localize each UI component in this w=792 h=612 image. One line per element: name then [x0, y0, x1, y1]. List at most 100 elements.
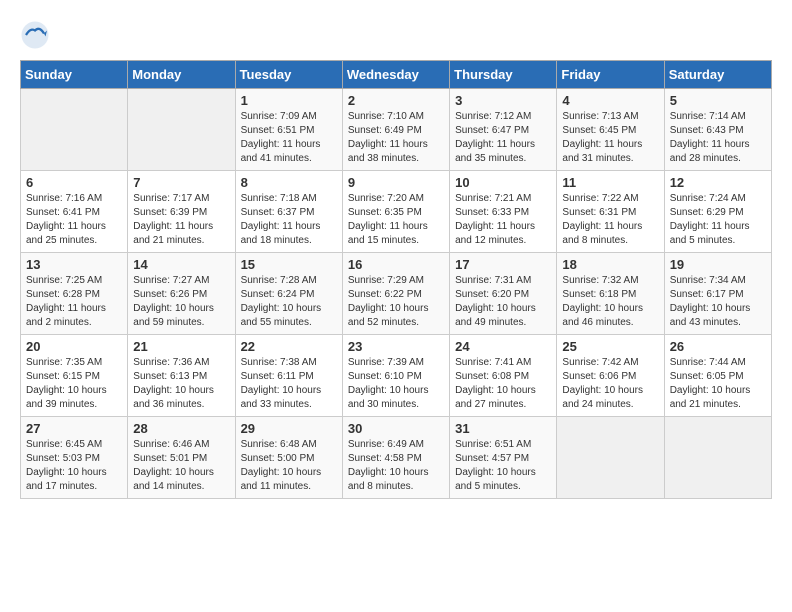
day-info: Sunrise: 6:45 AM Sunset: 5:03 PM Dayligh…: [26, 438, 122, 494]
calendar-week-row: 6 Sunrise: 7:16 AM Sunset: 6:41 PM Daylig…: [21, 171, 772, 253]
day-info: Sunrise: 7:36 AM Sunset: 6:13 PM Dayligh…: [133, 356, 229, 412]
day-info: Sunrise: 7:38 AM Sunset: 6:11 PM Dayligh…: [241, 356, 337, 412]
calendar-cell: 19 Sunrise: 7:34 AM Sunset: 6:17 PM Dayli…: [664, 253, 771, 335]
calendar-cell: 18 Sunrise: 7:32 AM Sunset: 6:18 PM Dayli…: [557, 253, 664, 335]
calendar-cell: 9 Sunrise: 7:20 AM Sunset: 6:35 PM Daylig…: [342, 171, 449, 253]
day-info: Sunrise: 7:21 AM Sunset: 6:33 PM Dayligh…: [455, 192, 551, 248]
calendar-cell: [21, 89, 128, 171]
calendar-cell: 26 Sunrise: 7:44 AM Sunset: 6:05 PM Dayli…: [664, 335, 771, 417]
calendar-cell: 14 Sunrise: 7:27 AM Sunset: 6:26 PM Dayli…: [128, 253, 235, 335]
calendar-cell: 7 Sunrise: 7:17 AM Sunset: 6:39 PM Daylig…: [128, 171, 235, 253]
calendar-cell: 13 Sunrise: 7:25 AM Sunset: 6:28 PM Dayli…: [21, 253, 128, 335]
calendar-week-row: 1 Sunrise: 7:09 AM Sunset: 6:51 PM Daylig…: [21, 89, 772, 171]
day-number: 23: [348, 339, 444, 354]
day-number: 10: [455, 175, 551, 190]
day-info: Sunrise: 7:12 AM Sunset: 6:47 PM Dayligh…: [455, 110, 551, 166]
day-header-sunday: Sunday: [21, 61, 128, 89]
day-number: 31: [455, 421, 551, 436]
calendar-week-row: 20 Sunrise: 7:35 AM Sunset: 6:15 PM Dayli…: [21, 335, 772, 417]
day-number: 27: [26, 421, 122, 436]
calendar-cell: 16 Sunrise: 7:29 AM Sunset: 6:22 PM Dayli…: [342, 253, 449, 335]
calendar-cell: 22 Sunrise: 7:38 AM Sunset: 6:11 PM Dayli…: [235, 335, 342, 417]
day-number: 21: [133, 339, 229, 354]
day-header-saturday: Saturday: [664, 61, 771, 89]
calendar-cell: 4 Sunrise: 7:13 AM Sunset: 6:45 PM Daylig…: [557, 89, 664, 171]
calendar-cell: 5 Sunrise: 7:14 AM Sunset: 6:43 PM Daylig…: [664, 89, 771, 171]
day-number: 4: [562, 93, 658, 108]
calendar-cell: 3 Sunrise: 7:12 AM Sunset: 6:47 PM Daylig…: [450, 89, 557, 171]
day-info: Sunrise: 7:34 AM Sunset: 6:17 PM Dayligh…: [670, 274, 766, 330]
day-number: 9: [348, 175, 444, 190]
day-number: 29: [241, 421, 337, 436]
day-info: Sunrise: 7:39 AM Sunset: 6:10 PM Dayligh…: [348, 356, 444, 412]
day-info: Sunrise: 7:22 AM Sunset: 6:31 PM Dayligh…: [562, 192, 658, 248]
day-number: 8: [241, 175, 337, 190]
day-number: 16: [348, 257, 444, 272]
calendar-cell: 25Sunrise: 7:42 AM Sunset: 6:06 PM Dayli…: [557, 335, 664, 417]
day-info: Sunrise: 7:41 AM Sunset: 6:08 PM Dayligh…: [455, 356, 551, 412]
day-number: 7: [133, 175, 229, 190]
calendar-cell: 29 Sunrise: 6:48 AM Sunset: 5:00 PM Dayli…: [235, 417, 342, 499]
day-info: Sunrise: 7:24 AM Sunset: 6:29 PM Dayligh…: [670, 192, 766, 248]
day-info: Sunrise: 7:44 AM Sunset: 6:05 PM Dayligh…: [670, 356, 766, 412]
calendar-cell: [664, 417, 771, 499]
calendar-week-row: 13 Sunrise: 7:25 AM Sunset: 6:28 PM Dayli…: [21, 253, 772, 335]
day-header-wednesday: Wednesday: [342, 61, 449, 89]
day-header-monday: Monday: [128, 61, 235, 89]
day-number: 1: [241, 93, 337, 108]
day-number: 22: [241, 339, 337, 354]
calendar-cell: 15 Sunrise: 7:28 AM Sunset: 6:24 PM Dayli…: [235, 253, 342, 335]
day-info: Sunrise: 7:10 AM Sunset: 6:49 PM Dayligh…: [348, 110, 444, 166]
day-number: 19: [670, 257, 766, 272]
logo: [20, 20, 54, 50]
day-number: 20: [26, 339, 122, 354]
day-number: 15: [241, 257, 337, 272]
day-info: Sunrise: 6:48 AM Sunset: 5:00 PM Dayligh…: [241, 438, 337, 494]
day-number: 18: [562, 257, 658, 272]
day-info: Sunrise: 7:25 AM Sunset: 6:28 PM Dayligh…: [26, 274, 122, 330]
calendar-cell: 23 Sunrise: 7:39 AM Sunset: 6:10 PM Dayli…: [342, 335, 449, 417]
day-info: Sunrise: 7:28 AM Sunset: 6:24 PM Dayligh…: [241, 274, 337, 330]
calendar-cell: 27 Sunrise: 6:45 AM Sunset: 5:03 PM Dayli…: [21, 417, 128, 499]
day-info: Sunrise: 7:17 AM Sunset: 6:39 PM Dayligh…: [133, 192, 229, 248]
day-info: Sunrise: 7:27 AM Sunset: 6:26 PM Dayligh…: [133, 274, 229, 330]
day-info: Sunrise: 7:35 AM Sunset: 6:15 PM Dayligh…: [26, 356, 122, 412]
calendar-cell: 2Sunrise: 7:10 AM Sunset: 6:49 PM Daylig…: [342, 89, 449, 171]
calendar-cell: 24 Sunrise: 7:41 AM Sunset: 6:08 PM Dayli…: [450, 335, 557, 417]
calendar-cell: 30 Sunrise: 6:49 AM Sunset: 4:58 PM Dayli…: [342, 417, 449, 499]
day-info: Sunrise: 6:51 AM Sunset: 4:57 PM Dayligh…: [455, 438, 551, 494]
day-number: 14: [133, 257, 229, 272]
day-number: 12: [670, 175, 766, 190]
calendar-cell: 28 Sunrise: 6:46 AM Sunset: 5:01 PM Dayli…: [128, 417, 235, 499]
day-number: 11: [562, 175, 658, 190]
calendar-cell: 1 Sunrise: 7:09 AM Sunset: 6:51 PM Daylig…: [235, 89, 342, 171]
day-number: 24: [455, 339, 551, 354]
day-number: 28: [133, 421, 229, 436]
day-header-tuesday: Tuesday: [235, 61, 342, 89]
day-number: 26: [670, 339, 766, 354]
calendar-cell: 20 Sunrise: 7:35 AM Sunset: 6:15 PM Dayli…: [21, 335, 128, 417]
day-info: Sunrise: 7:09 AM Sunset: 6:51 PM Dayligh…: [241, 110, 337, 166]
day-info: Sunrise: 7:13 AM Sunset: 6:45 PM Dayligh…: [562, 110, 658, 166]
day-info: Sunrise: 6:49 AM Sunset: 4:58 PM Dayligh…: [348, 438, 444, 494]
calendar-cell: 21 Sunrise: 7:36 AM Sunset: 6:13 PM Dayli…: [128, 335, 235, 417]
day-number: 6: [26, 175, 122, 190]
day-number: 13: [26, 257, 122, 272]
day-info: Sunrise: 7:29 AM Sunset: 6:22 PM Dayligh…: [348, 274, 444, 330]
day-header-thursday: Thursday: [450, 61, 557, 89]
day-number: 5: [670, 93, 766, 108]
calendar-cell: 10 Sunrise: 7:21 AM Sunset: 6:33 PM Dayli…: [450, 171, 557, 253]
day-number: 17: [455, 257, 551, 272]
day-info: Sunrise: 6:46 AM Sunset: 5:01 PM Dayligh…: [133, 438, 229, 494]
calendar-cell: 11 Sunrise: 7:22 AM Sunset: 6:31 PM Dayli…: [557, 171, 664, 253]
day-number: 3: [455, 93, 551, 108]
day-number: 30: [348, 421, 444, 436]
day-header-friday: Friday: [557, 61, 664, 89]
day-info: Sunrise: 7:31 AM Sunset: 6:20 PM Dayligh…: [455, 274, 551, 330]
calendar-header-row: SundayMondayTuesdayWednesdayThursdayFrid…: [21, 61, 772, 89]
day-info: Sunrise: 7:20 AM Sunset: 6:35 PM Dayligh…: [348, 192, 444, 248]
day-info: Sunrise: 7:32 AM Sunset: 6:18 PM Dayligh…: [562, 274, 658, 330]
calendar-cell: 8Sunrise: 7:18 AM Sunset: 6:37 PM Daylig…: [235, 171, 342, 253]
day-info: Sunrise: 7:16 AM Sunset: 6:41 PM Dayligh…: [26, 192, 122, 248]
day-info: Sunrise: 7:14 AM Sunset: 6:43 PM Dayligh…: [670, 110, 766, 166]
